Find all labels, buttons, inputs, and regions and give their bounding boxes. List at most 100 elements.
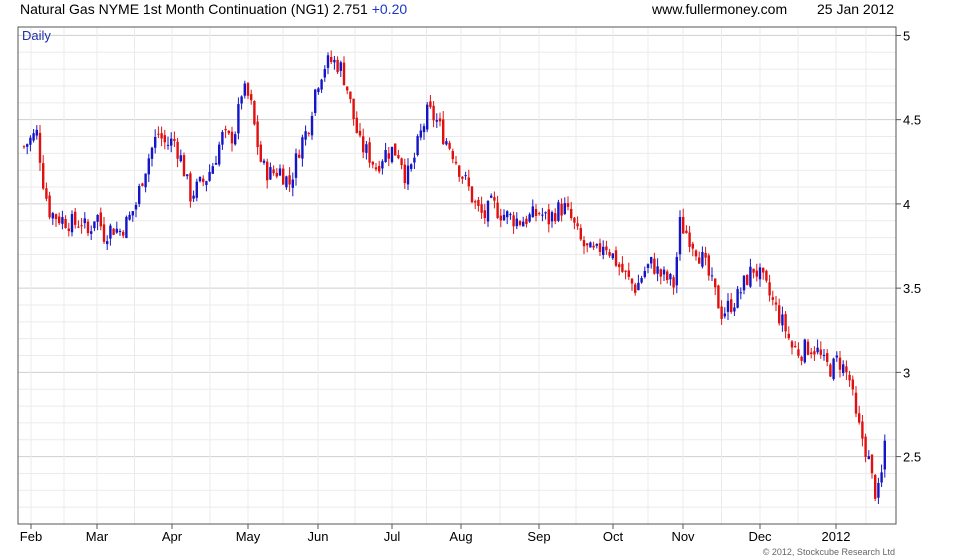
candle-body — [352, 98, 355, 120]
candle-body — [387, 153, 390, 159]
candle-body — [240, 96, 243, 104]
candle-body — [429, 101, 432, 108]
candle-body — [720, 306, 723, 319]
candle-body — [275, 172, 278, 177]
candle-body — [851, 379, 854, 390]
candle-body — [35, 129, 38, 136]
candle-body — [54, 214, 58, 220]
candle-body — [365, 144, 368, 153]
candle-body — [758, 267, 762, 280]
candle-body — [714, 278, 717, 288]
candle-body — [294, 153, 298, 178]
candle-body — [400, 158, 403, 166]
candle-body — [195, 181, 198, 198]
candle-body — [304, 131, 307, 140]
candle-body — [464, 175, 467, 177]
candle-body — [192, 195, 195, 199]
candle-body — [83, 218, 86, 224]
candle-body — [803, 339, 806, 363]
candle-body — [691, 243, 694, 249]
candle-body — [86, 221, 90, 234]
candle-body — [150, 147, 154, 159]
candle-body — [38, 132, 42, 163]
candle-body — [58, 216, 61, 224]
candle-body — [224, 128, 227, 131]
candle-body — [285, 176, 288, 188]
candle-body — [810, 352, 813, 355]
plot-frame — [17, 26, 897, 525]
candle-body — [67, 228, 70, 232]
candle-body — [29, 137, 32, 145]
x-tick-label: May — [236, 529, 261, 544]
candle-body — [269, 167, 272, 180]
candle-body — [141, 183, 144, 186]
x-tick-label: Jul — [384, 529, 401, 544]
candle-body — [746, 275, 749, 285]
candle-body — [525, 218, 528, 225]
candle-body — [781, 314, 784, 326]
candle-body — [659, 269, 662, 277]
candle-body — [333, 59, 336, 63]
candle-body — [576, 223, 579, 227]
candle-body — [77, 226, 80, 228]
candle-body — [566, 203, 570, 207]
candle-body — [522, 221, 525, 227]
candle-body — [477, 199, 480, 206]
candle-body — [362, 136, 365, 153]
candle-body — [867, 456, 870, 460]
candle-body — [154, 136, 157, 148]
candle-body — [26, 144, 29, 147]
candle-body — [307, 132, 310, 134]
candle-body — [102, 224, 106, 242]
candle-body — [733, 307, 736, 312]
candle-body — [115, 228, 118, 233]
candle-body — [32, 133, 35, 141]
candle-body — [752, 268, 755, 273]
candle-body — [166, 144, 170, 146]
candle-body — [125, 216, 128, 239]
candle-body — [189, 173, 192, 202]
candle-body — [157, 133, 160, 135]
candle-body — [550, 212, 554, 222]
candle-body — [45, 188, 48, 199]
candle-body — [669, 274, 672, 280]
candle-body — [131, 211, 134, 216]
candle-body — [368, 142, 371, 163]
candle-body — [128, 214, 131, 220]
candle-body — [499, 215, 502, 221]
y-tick-label: 4 — [903, 197, 910, 212]
candle-body — [118, 230, 122, 232]
candle-body — [602, 246, 605, 256]
candle-body — [230, 131, 234, 144]
x-tick-label: Mar — [86, 529, 109, 544]
candle-body — [394, 143, 397, 156]
candle-body — [234, 134, 237, 145]
candle-body — [138, 186, 141, 204]
candle-body — [262, 160, 266, 163]
candle-body — [410, 164, 413, 169]
candle-body — [51, 213, 54, 219]
candle-body — [650, 257, 653, 264]
candle-body — [458, 165, 461, 177]
x-tick-label: Feb — [20, 529, 42, 544]
candle-body — [349, 91, 352, 100]
candle-body — [643, 270, 646, 277]
candle-body — [822, 354, 826, 357]
candle-body — [272, 169, 275, 174]
candle-body — [403, 164, 406, 184]
candle-body — [656, 266, 659, 274]
candle-body — [288, 175, 291, 185]
candle-body — [797, 349, 800, 356]
candle-body — [762, 267, 765, 273]
candle-body — [301, 137, 304, 159]
candle-body — [653, 258, 656, 274]
candle-body — [832, 358, 835, 380]
candle-body — [531, 206, 534, 218]
candle-body — [381, 161, 384, 169]
candle-body — [861, 421, 864, 439]
candle-body — [198, 176, 202, 182]
candle-body — [701, 252, 704, 267]
candle-body — [490, 195, 493, 198]
candle-body — [595, 243, 598, 246]
candle-body — [413, 157, 416, 163]
